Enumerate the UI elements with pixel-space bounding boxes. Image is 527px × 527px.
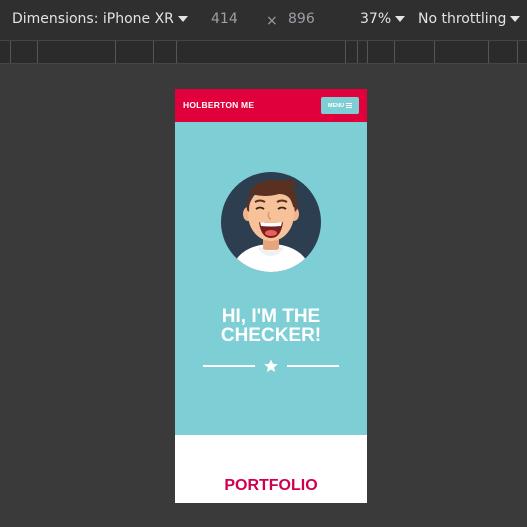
devtools-toolbar: Dimensions: iPhone XR 414 × 896 37% No t… — [0, 0, 527, 41]
height-input[interactable]: 896 — [288, 11, 315, 27]
divider-line-left — [203, 365, 255, 367]
avatar — [221, 172, 321, 272]
width-input[interactable]: 414 — [211, 11, 238, 27]
divider-line-right — [287, 365, 339, 367]
portfolio-heading: PORTFOLIO — [224, 477, 318, 494]
throttling-dropdown[interactable]: No throttling — [418, 11, 521, 27]
menu-label: MENU — [327, 102, 345, 109]
ruler-tick — [367, 41, 368, 63]
ruler-tick — [115, 41, 116, 63]
media-query-ruler[interactable] — [0, 41, 527, 64]
ruler-tick — [176, 41, 177, 63]
chevron-down-icon — [395, 16, 406, 22]
device-dropdown[interactable]: Dimensions: iPhone XR — [12, 11, 188, 27]
hero-section: HI, I'M THE CHECKER! — [175, 122, 367, 435]
site-header: HOLBERTON ME MENU — [175, 89, 367, 122]
hero-title-line2: CHECKER! — [220, 325, 322, 346]
chevron-down-icon — [177, 16, 188, 22]
zoom-dropdown[interactable]: 37% — [360, 11, 406, 27]
hero-title-line1: HI, I'M THE — [221, 306, 321, 327]
menu-button[interactable]: MENU — [321, 97, 359, 114]
chevron-down-icon — [510, 16, 521, 22]
times-glyph: × — [266, 13, 278, 29]
ruler-tick — [10, 41, 11, 63]
ruler-tick — [517, 41, 518, 63]
width-value: 414 — [211, 11, 238, 27]
ruler-tick — [345, 41, 346, 63]
hamburger-icon — [346, 103, 353, 108]
ruler-tick — [434, 41, 435, 63]
hero-title: HI, I'M THE CHECKER! — [175, 307, 367, 345]
ruler-tick — [37, 41, 38, 63]
star-divider — [203, 358, 339, 374]
ruler-tick — [488, 41, 489, 63]
brand-logo[interactable]: HOLBERTON ME — [183, 100, 254, 110]
ruler-tick — [394, 41, 395, 63]
star-icon — [264, 359, 278, 372]
ruler-tick — [153, 41, 154, 63]
zoom-value: 37% — [360, 11, 392, 27]
height-value: 896 — [288, 11, 315, 27]
ruler-tick — [357, 41, 358, 63]
throttling-value: No throttling — [418, 11, 507, 27]
device-label: Dimensions: iPhone XR — [12, 11, 174, 27]
device-viewport: HOLBERTON ME MENU HI, I'M THE CHECKER! P… — [175, 89, 367, 503]
times-separator: × — [266, 13, 278, 29]
